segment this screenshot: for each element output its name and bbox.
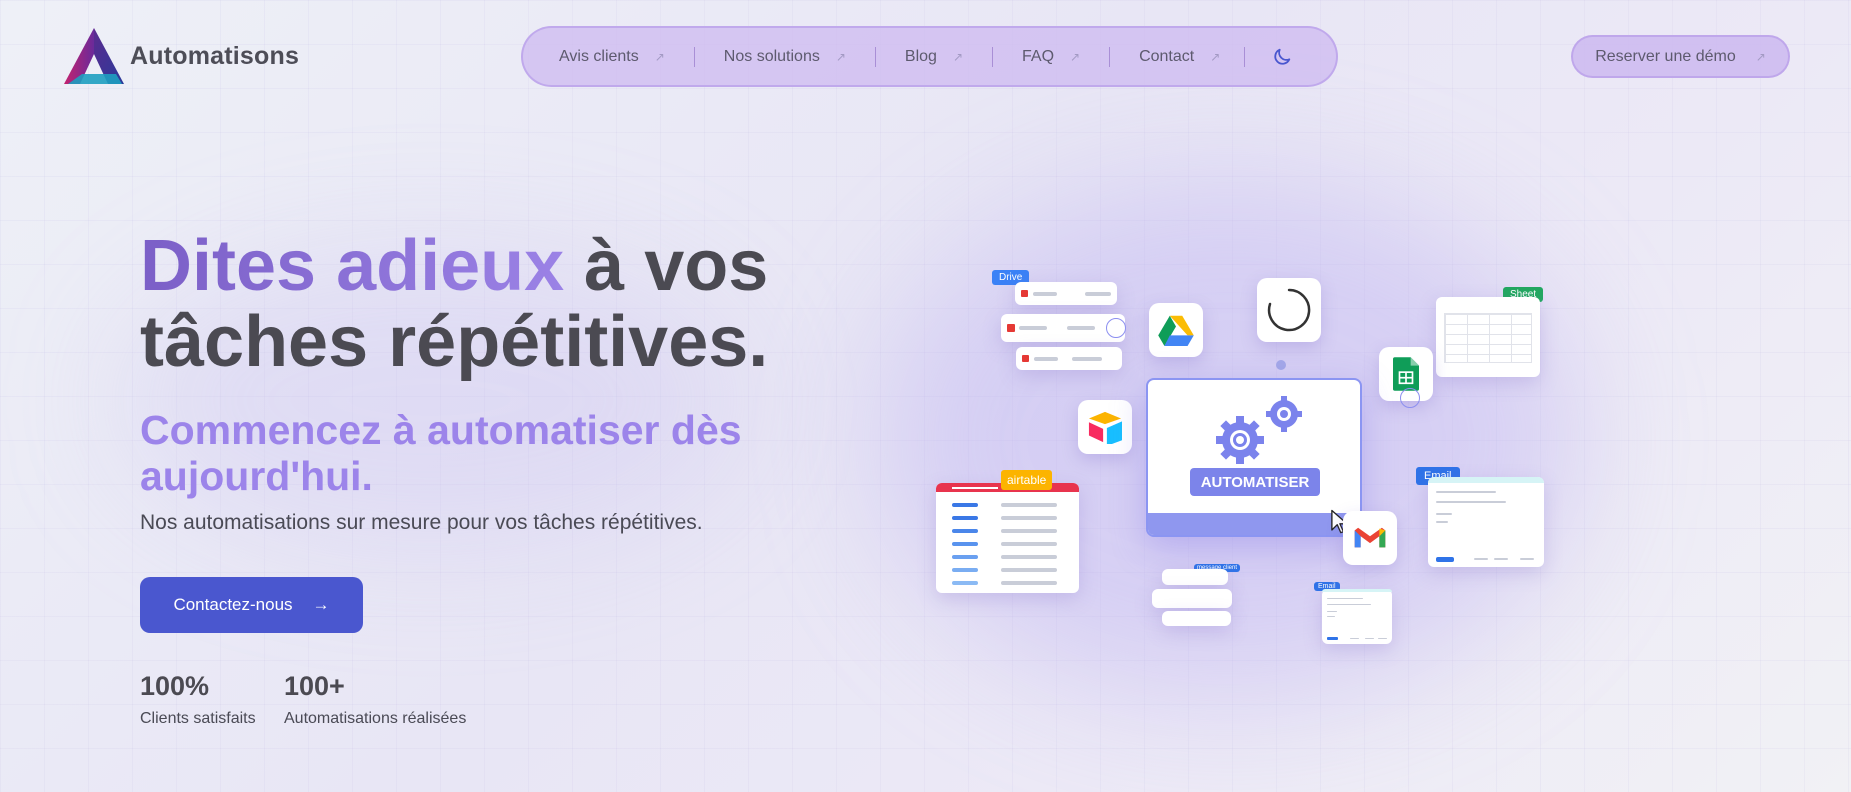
brand-name: Automatisons	[130, 41, 300, 70]
google-drive-icon	[1149, 303, 1203, 357]
automate-label: AUTOMATISER	[1190, 468, 1320, 496]
nav-divider	[693, 46, 695, 67]
nav-divider	[874, 46, 876, 67]
nav-item-blog[interactable]: Blog ↗	[905, 48, 963, 66]
nav-item-faq[interactable]: FAQ ↗	[1022, 48, 1080, 66]
pdf-icon	[1022, 355, 1029, 362]
connector-dot	[1276, 360, 1286, 370]
email-small-card	[1322, 589, 1392, 644]
arrow-up-right-icon: ↗	[1755, 49, 1766, 64]
stat-value: 100+	[284, 671, 345, 701]
message-row	[1152, 589, 1232, 608]
hero-title: Dites adieux à vos tâches répétitives.	[140, 228, 840, 380]
stat-label: Automatisations réalisées	[284, 710, 467, 727]
hero-description: Nos automatisations sur mesure pour vos …	[140, 511, 703, 534]
sheet-preview	[1436, 297, 1540, 377]
arrow-up-right-icon: ↗	[835, 49, 846, 64]
message-row	[1162, 611, 1231, 626]
background-grid	[0, 0, 1851, 792]
arrow-right-icon: →	[312, 595, 330, 614]
file-bar	[1019, 326, 1047, 330]
pdf-icon	[1021, 290, 1028, 297]
main-nav: Avis clients ↗ Nos solutions ↗ Blog ↗ FA…	[521, 26, 1338, 87]
stat-value: 100%	[140, 671, 210, 701]
nav-item-avis-clients[interactable]: Avis clients ↗	[559, 48, 665, 66]
nav-item-nos-solutions[interactable]: Nos solutions ↗	[724, 48, 846, 66]
google-sheets-logo-icon	[1393, 357, 1419, 391]
nav-item-contact[interactable]: Contact ↗	[1139, 48, 1220, 66]
panel-footer	[1148, 513, 1360, 535]
arrow-up-right-icon: ↗	[1070, 49, 1081, 64]
cursor-circle	[1400, 388, 1420, 408]
gmail-icon	[1343, 511, 1397, 565]
gmail-logo-icon	[1354, 527, 1386, 548]
nav-item-label: FAQ	[1022, 47, 1055, 65]
pdf-icon	[1007, 324, 1015, 332]
cursor-circle	[1106, 318, 1126, 338]
stat-automations: 100+ Automatisations réalisées	[284, 671, 466, 728]
email-small-top	[1322, 589, 1392, 592]
file-bar	[1033, 292, 1057, 296]
book-demo-label: Reserver une démo	[1595, 47, 1736, 65]
google-drive-logo-icon	[1158, 315, 1194, 346]
moon-icon[interactable]	[1271, 46, 1293, 68]
loading-icon	[1257, 278, 1321, 342]
book-demo-button[interactable]: Reserver une démo ↗	[1571, 35, 1790, 78]
spinner-icon	[1267, 288, 1311, 332]
nav-item-label: Blog	[904, 47, 937, 65]
nav-divider	[992, 46, 993, 67]
email-send-button	[1436, 557, 1454, 562]
message-row	[1162, 569, 1228, 585]
sheet-grid	[1444, 313, 1532, 363]
nav-item-label: Contact	[1139, 47, 1195, 65]
automation-panel: AUTOMATISER	[1146, 378, 1362, 537]
email-card-top	[1428, 477, 1544, 483]
drive-file-row	[1016, 347, 1122, 370]
logo[interactable]: Automatisons	[58, 26, 299, 86]
logo-icon	[64, 28, 124, 84]
hero-title-highlight: Dites adieux	[140, 226, 565, 306]
nav-item-label: Nos solutions	[723, 47, 820, 65]
hero-title-part: tâches répétitives.	[140, 302, 769, 382]
contact-button-label: Contactez-nous	[173, 595, 293, 614]
arrow-up-right-icon: ↗	[1210, 49, 1221, 64]
file-bar	[1067, 326, 1095, 330]
file-bar	[1072, 357, 1102, 361]
nav-divider	[1109, 46, 1111, 67]
gears-icon	[1216, 396, 1302, 464]
arrow-up-right-icon: ↗	[654, 49, 665, 64]
nav-divider	[1244, 46, 1246, 67]
email-card	[1428, 477, 1544, 567]
contact-button[interactable]: Contactez-nous →	[140, 577, 363, 633]
hero-title-part: à vos	[564, 226, 769, 306]
hero-subtitle: Commencez à automatiser dès aujourd'hui.	[140, 407, 742, 499]
airtable-table-card	[936, 483, 1079, 593]
airtable-tag: airtable	[1001, 470, 1053, 490]
email-small-send-button	[1327, 637, 1338, 640]
file-bar	[1085, 292, 1111, 296]
arrow-up-right-icon: ↗	[952, 49, 963, 64]
nav-item-label: Avis clients	[559, 47, 639, 65]
drive-file-row	[1015, 282, 1117, 305]
file-bar	[1034, 357, 1058, 361]
table-header-stripe	[952, 487, 998, 489]
airtable-logo-icon	[1088, 411, 1122, 444]
stat-label: Clients satisfaits	[140, 710, 256, 727]
stat-satisfied-clients: 100% Clients satisfaits	[140, 671, 256, 728]
airtable-icon	[1078, 400, 1132, 454]
